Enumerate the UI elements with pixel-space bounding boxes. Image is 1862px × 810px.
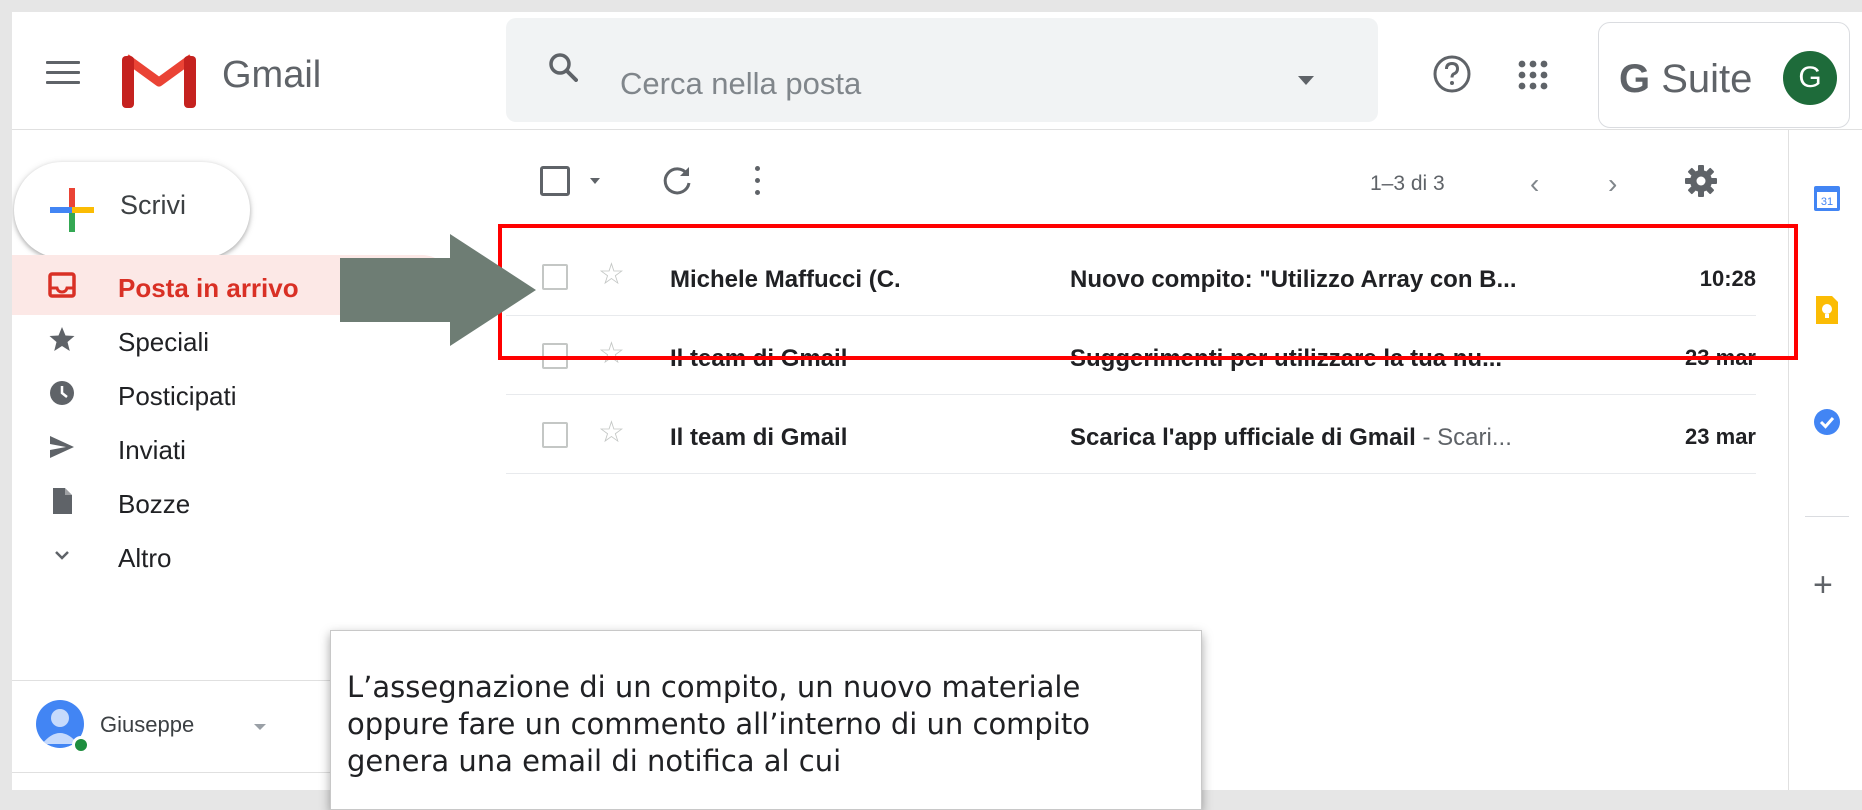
annotation-callout: L’assegnazione di un compito, un nuovo m… — [330, 630, 1202, 810]
tasks-icon[interactable] — [1813, 408, 1841, 436]
sidebar-item-snoozed[interactable]: Posticipati — [12, 363, 452, 423]
side-panel-divider — [1805, 516, 1849, 517]
main-menu-icon[interactable] — [46, 58, 80, 86]
pagination-range: 1–3 di 3 — [1370, 172, 1445, 195]
inbox-icon — [48, 272, 76, 298]
compose-plus-icon — [50, 188, 94, 232]
add-addon-icon[interactable]: + — [1813, 568, 1833, 602]
arrow-right-icon — [340, 234, 536, 346]
gmail-logo-icon[interactable] — [122, 52, 196, 108]
email-sender: Il team di Gmail — [670, 424, 848, 451]
side-panel: 31 + — [1788, 130, 1862, 790]
email-row[interactable]: ☆ Il team di Gmail Suggerimenti per util… — [506, 317, 1756, 395]
sidebar-item-sent[interactable]: Inviati — [12, 417, 452, 477]
select-options-icon[interactable] — [590, 178, 600, 184]
search-bar[interactable]: Cerca nella posta — [506, 18, 1378, 122]
email-time: 23 mar — [1685, 424, 1756, 449]
compose-button[interactable]: Scrivi — [14, 162, 250, 258]
email-sender: Il team di Gmail — [670, 345, 848, 372]
callout-text: L’assegnazione di un compito, un nuovo m… — [347, 670, 1091, 778]
email-subject: Suggerimenti per utilizzare la tua nu... — [1070, 345, 1503, 372]
refresh-icon[interactable] — [660, 164, 694, 198]
search-options-icon[interactable] — [1298, 76, 1314, 85]
sidebar-item-label: Speciali — [118, 327, 210, 357]
account-avatar[interactable]: G — [1783, 51, 1837, 105]
send-icon — [50, 436, 74, 458]
row-checkbox[interactable] — [542, 264, 568, 290]
online-status-dot — [72, 736, 90, 754]
search-icon[interactable] — [548, 52, 578, 82]
top-header: Gmail Cerca nella posta G Suite G — [12, 12, 1862, 130]
email-time: 10:28 — [1699, 266, 1756, 291]
star-outline-icon[interactable]: ☆ — [598, 337, 625, 371]
user-menu-caret-icon[interactable] — [254, 724, 266, 730]
email-row[interactable]: ☆ Il team di Gmail Scarica l'app ufficia… — [506, 396, 1756, 474]
clock-icon — [50, 381, 74, 405]
star-icon — [49, 327, 75, 351]
help-icon[interactable] — [1432, 54, 1472, 94]
email-sender: Michele Maffucci (C. — [670, 266, 901, 293]
row-checkbox[interactable] — [542, 343, 568, 369]
calendar-icon[interactable]: 31 — [1813, 184, 1841, 212]
gsuite-logo: G Suite — [1619, 57, 1753, 101]
sidebar-item-more[interactable]: Altro — [12, 525, 452, 585]
screenshot-frame: Gmail Cerca nella posta G Suite G Scrivi… — [0, 0, 1862, 810]
svg-text:31: 31 — [1821, 196, 1833, 208]
email-time: 23 mar — [1685, 345, 1756, 370]
gear-icon[interactable] — [1684, 164, 1718, 198]
star-outline-icon[interactable]: ☆ — [598, 416, 625, 450]
user-name: Giuseppe — [100, 712, 195, 737]
more-options-icon[interactable] — [752, 162, 762, 200]
prev-page-icon[interactable]: ‹ — [1530, 168, 1539, 200]
row-checkbox[interactable] — [542, 422, 568, 448]
sidebar-item-label: Bozze — [118, 489, 191, 519]
draft-icon — [53, 488, 72, 514]
sidebar-item-label: Altro — [118, 543, 172, 573]
search-input[interactable]: Cerca nella posta — [620, 66, 861, 102]
app-name: Gmail — [222, 54, 322, 96]
select-all-checkbox[interactable] — [540, 166, 570, 196]
hangouts-user[interactable]: Giuseppe — [36, 700, 286, 754]
email-subject: Scarica l'app ufficiale di Gmail - Scari… — [1070, 424, 1512, 451]
account-switcher[interactable]: G Suite G — [1598, 22, 1850, 128]
email-subject: Nuovo compito: "Utilizzo Array con B... — [1070, 266, 1517, 293]
sidebar-item-label: Posta in arrivo — [118, 273, 299, 303]
sidebar-item-label: Posticipati — [118, 381, 237, 411]
next-page-icon[interactable]: › — [1608, 168, 1617, 200]
compose-label: Scrivi — [120, 190, 186, 220]
star-outline-icon[interactable]: ☆ — [598, 258, 625, 292]
chevron-down-icon — [55, 551, 69, 560]
keep-icon[interactable] — [1813, 296, 1841, 324]
email-row[interactable]: ☆ Michele Maffucci (C. Nuovo compito: "U… — [506, 238, 1756, 316]
apps-grid-icon[interactable] — [1518, 60, 1548, 90]
sidebar-item-label: Inviati — [118, 435, 186, 465]
sidebar-item-drafts[interactable]: Bozze — [12, 471, 452, 531]
